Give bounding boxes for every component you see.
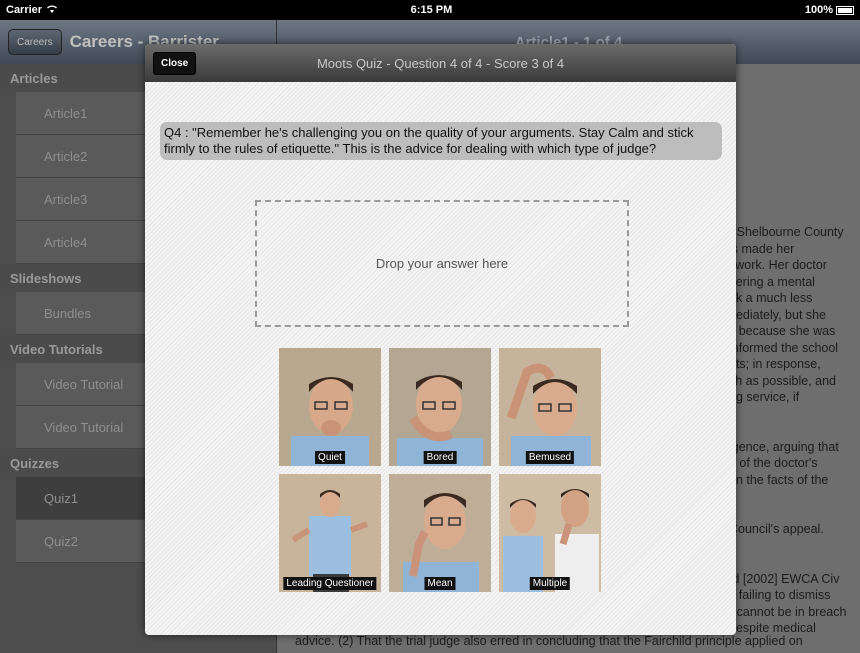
article-line: r cannot be in breach (729, 604, 847, 619)
answer-tile-bored[interactable]: Bored (389, 348, 491, 466)
article-line (729, 554, 860, 571)
photo-bored (389, 348, 491, 466)
photo-multiple (499, 474, 601, 592)
quiz-modal: Close Moots Quiz - Question 4 of 4 - Sco… (145, 44, 736, 635)
article-line (729, 538, 860, 555)
article-line (729, 488, 860, 505)
status-bar: Carrier 6:15 PM 100% (0, 0, 860, 20)
close-button[interactable]: Close (153, 52, 197, 75)
article-line: y because she was (729, 324, 836, 338)
answer-tile-leading-questioner[interactable]: Leading Questioner (279, 474, 381, 592)
answer-tile-multiple[interactable]: Multiple (499, 474, 601, 592)
answer-label-bemused: Bemused (525, 451, 575, 464)
clock: 6:15 PM (410, 4, 453, 16)
modal-toolbar: Close Moots Quiz - Question 4 of 4 - Sco… (145, 44, 736, 82)
article-line (729, 406, 860, 423)
article-line: Council's appeal. (729, 522, 824, 536)
article-line: igence, arguing that (729, 439, 839, 454)
article-line: r Shelbourne County (729, 225, 844, 239)
photo-mean (389, 474, 491, 592)
article-line: y failing to dismiss (729, 588, 831, 602)
drop-zone-label: Drop your answer here (375, 256, 509, 271)
photo-quiet (279, 348, 381, 466)
carrier-label: Carrier (6, 4, 43, 16)
back-button[interactable]: Careers (8, 29, 62, 55)
article-line (729, 422, 860, 439)
article-line: ng service, if (729, 390, 800, 404)
article-line: l work. Her doctor (729, 258, 827, 272)
battery-percent: 100% (804, 4, 833, 16)
article-line: informed the school (729, 340, 839, 355)
article-body: r Shelbourne County is made her l work. He… (729, 224, 860, 637)
article-line: ek a much less (729, 291, 813, 305)
article-line (729, 505, 860, 522)
answer-label-mean: Mean (424, 577, 456, 590)
article-line: ffering a mental (729, 274, 815, 289)
answer-label-multiple: Multiple (529, 577, 571, 590)
article-line: on the facts of the (729, 472, 829, 487)
article-line: nts; in response, (729, 357, 821, 371)
article-line: ch as possible, and (729, 373, 837, 388)
photo-leading-questioner (279, 474, 381, 592)
modal-title: Moots Quiz - Question 4 of 4 - Score 3 o… (316, 55, 565, 71)
answer-label-leading-questioner: Leading Questioner (283, 577, 377, 590)
article-line: e of the doctor's (729, 456, 818, 470)
answer-tile-quiet[interactable]: Quiet (279, 348, 381, 466)
battery-icon (835, 5, 854, 15)
answer-label-quiet: Quiet (315, 451, 345, 464)
article-bottom-line: advice. (2) That the trial judge also er… (295, 634, 803, 648)
answer-label-bored: Bored (423, 451, 457, 464)
wifi-icon (46, 4, 58, 17)
answer-tile-mean[interactable]: Mean (389, 474, 491, 592)
answer-tile-bemused[interactable]: Bemused (499, 348, 601, 466)
question-text: Q4 : "Remember he's challenging you on t… (160, 122, 722, 160)
photo-bemused (499, 348, 601, 466)
article-line: nediately, but she (729, 307, 827, 322)
answer-drop-zone[interactable]: Drop your answer here (255, 200, 629, 327)
article-line: is made her (729, 241, 795, 256)
article-line: td [2002] EWCA Civ (729, 571, 840, 586)
